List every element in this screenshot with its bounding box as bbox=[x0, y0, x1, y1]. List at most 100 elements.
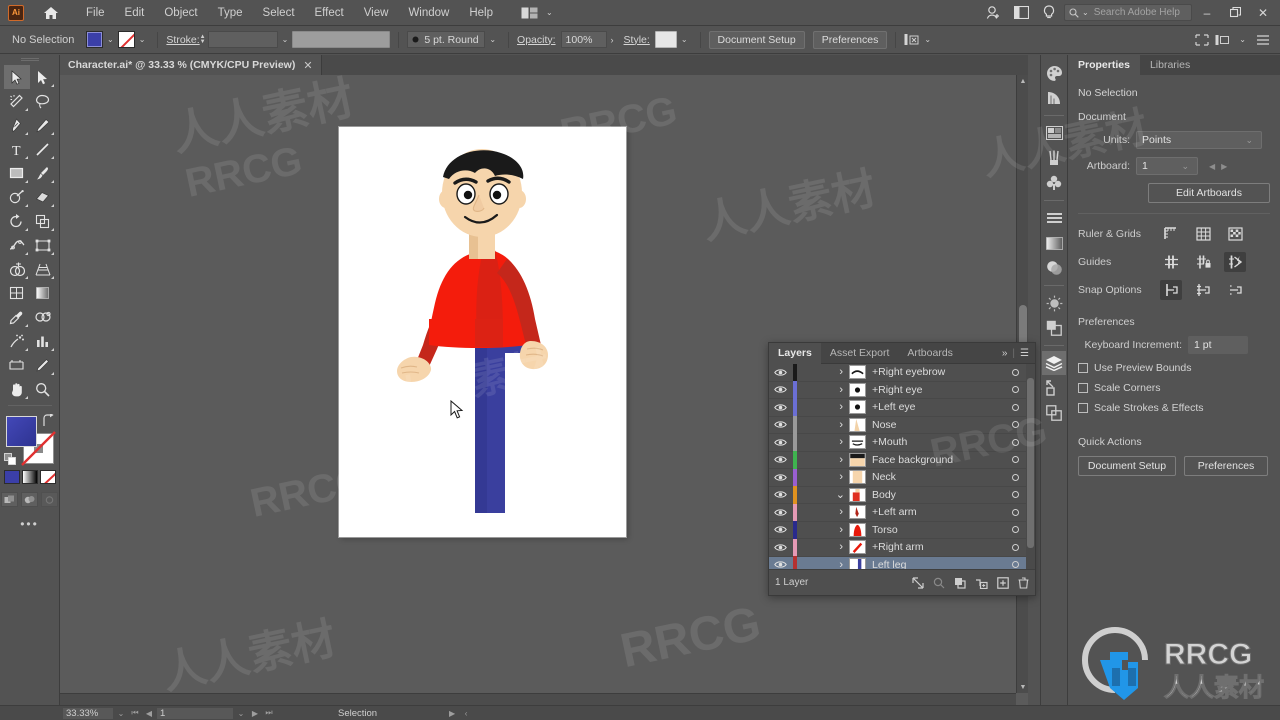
paintbrush-tool[interactable] bbox=[30, 161, 56, 185]
eyedropper-tool[interactable] bbox=[4, 305, 30, 329]
direct-selection-tool[interactable] bbox=[30, 65, 56, 89]
next-artboard-button[interactable]: ▶ bbox=[248, 709, 262, 718]
lasso-tool[interactable] bbox=[30, 89, 56, 113]
restore-button[interactable] bbox=[1222, 0, 1248, 26]
show-rulers-icon[interactable] bbox=[1160, 224, 1182, 244]
layer-name[interactable]: Torso bbox=[872, 524, 995, 536]
draw-inside-icon[interactable] bbox=[41, 492, 58, 507]
hamburger-icon[interactable] bbox=[1256, 34, 1270, 46]
scale-tool[interactable] bbox=[30, 209, 56, 233]
layer-visibility-icon[interactable] bbox=[769, 560, 791, 569]
layer-visibility-icon[interactable] bbox=[769, 403, 791, 412]
layer-row[interactable]: › +Left eye bbox=[769, 398, 1035, 417]
tab-properties[interactable]: Properties bbox=[1068, 55, 1140, 75]
layer-name[interactable]: +Right eye bbox=[872, 384, 995, 396]
layer-row[interactable]: › Neck bbox=[769, 468, 1035, 487]
menu-edit[interactable]: Edit bbox=[115, 0, 155, 26]
align-to-selection-icon[interactable] bbox=[904, 33, 920, 47]
previous-artboard-button[interactable]: ◀ bbox=[142, 709, 156, 718]
lock-guides-icon[interactable] bbox=[1192, 252, 1214, 272]
tab-artboards[interactable]: Artboards bbox=[898, 343, 962, 364]
layer-name[interactable]: +Left arm bbox=[872, 506, 995, 518]
status-play-icon[interactable]: ▶ bbox=[445, 709, 459, 718]
free-transform-tool[interactable] bbox=[30, 233, 56, 257]
layer-name[interactable]: Nose bbox=[872, 419, 995, 431]
layers-list[interactable]: › +Right eyebrow › +Right eye › +Left eye › Nos… bbox=[769, 364, 1035, 569]
layer-disclosure-arrow[interactable]: › bbox=[797, 506, 849, 518]
asset-export-icon[interactable] bbox=[1042, 376, 1066, 400]
search-help-box[interactable]: ⌄ Search Adobe Help bbox=[1064, 4, 1192, 21]
layer-name[interactable]: Face background bbox=[872, 454, 995, 466]
zoom-caret-icon[interactable]: ⌄ bbox=[114, 709, 128, 718]
layers-panel[interactable]: Layers Asset Export Artboards » | ☰ › +Ri… bbox=[768, 342, 1036, 596]
workspace-switcher-icon[interactable] bbox=[1008, 0, 1034, 26]
shaper-tool[interactable] bbox=[4, 185, 30, 209]
cartoon-boy-artwork[interactable] bbox=[391, 149, 581, 519]
layer-visibility-icon[interactable] bbox=[769, 438, 791, 447]
style-caret-icon[interactable]: ⌄ bbox=[677, 35, 692, 44]
zoom-level-field[interactable]: 33.33% bbox=[62, 706, 114, 720]
locate-object-icon[interactable] bbox=[912, 576, 924, 589]
show-guides-icon[interactable] bbox=[1160, 252, 1182, 272]
transparency-icon[interactable] bbox=[1042, 256, 1066, 280]
layer-disclosure-arrow[interactable]: › bbox=[797, 419, 849, 431]
menu-select[interactable]: Select bbox=[253, 0, 305, 26]
scroll-down-arrow-icon[interactable]: ▼ bbox=[1017, 681, 1028, 693]
layer-row[interactable]: › +Mouth bbox=[769, 433, 1035, 452]
layer-row[interactable]: › +Right eye bbox=[769, 381, 1035, 399]
fill-color-swatch[interactable] bbox=[86, 31, 103, 48]
document-setup-button[interactable]: Document Setup bbox=[708, 30, 805, 49]
layer-row[interactable]: › Torso bbox=[769, 521, 1035, 539]
tab-layers[interactable]: Layers bbox=[769, 342, 821, 364]
artboards-icon[interactable] bbox=[1042, 401, 1066, 425]
layer-disclosure-arrow[interactable]: › bbox=[797, 366, 849, 378]
document-tab[interactable]: Character.ai* @ 33.33 % (CMYK/CPU Previe… bbox=[60, 55, 322, 75]
layer-name[interactable]: +Mouth bbox=[872, 436, 995, 448]
menu-window[interactable]: Window bbox=[398, 0, 459, 26]
layer-row[interactable]: › Face background bbox=[769, 451, 1035, 469]
snap-to-grid-icon[interactable] bbox=[1192, 280, 1214, 300]
artboard-next-button[interactable]: ▶ bbox=[1218, 162, 1230, 171]
discover-icon[interactable] bbox=[1036, 0, 1062, 26]
blend-tool[interactable] bbox=[30, 305, 56, 329]
arrange-documents-button[interactable]: ⌄ bbox=[521, 7, 557, 19]
rectangle-tool[interactable] bbox=[4, 161, 30, 185]
layer-row[interactable]: ⌄ Body bbox=[769, 486, 1035, 504]
toolbar-edit-more-button[interactable]: ••• bbox=[20, 517, 39, 531]
rotate-tool[interactable] bbox=[4, 209, 30, 233]
quick-preferences-button[interactable]: Preferences bbox=[1184, 456, 1268, 476]
delete-selection-icon[interactable] bbox=[1018, 576, 1029, 589]
brush-caret-icon[interactable]: ⌄ bbox=[485, 35, 500, 44]
stroke-weight-field[interactable] bbox=[207, 31, 278, 48]
search-caret-icon[interactable]: ⌄ bbox=[1082, 8, 1091, 17]
make-clipping-mask-icon[interactable] bbox=[954, 577, 966, 589]
symbols-icon[interactable] bbox=[1042, 171, 1066, 195]
menu-object[interactable]: Object bbox=[154, 0, 207, 26]
stroke-weight-stepper[interactable]: ▲ ▼ bbox=[200, 34, 206, 45]
style-label[interactable]: Style: bbox=[624, 34, 650, 46]
layer-name[interactable]: +Left eye bbox=[872, 401, 995, 413]
color-guide-icon[interactable] bbox=[1042, 86, 1066, 110]
column-graph-tool[interactable] bbox=[30, 329, 56, 353]
show-grid-icon[interactable] bbox=[1192, 224, 1214, 244]
artboard-prev-button[interactable]: ◀ bbox=[1206, 162, 1218, 171]
layer-disclosure-arrow[interactable]: › bbox=[797, 471, 849, 483]
curvature-tool[interactable] bbox=[30, 113, 56, 137]
menu-effect[interactable]: Effect bbox=[305, 0, 354, 26]
type-tool[interactable]: T bbox=[4, 137, 30, 161]
keyboard-increment-field[interactable]: 1 pt bbox=[1188, 336, 1248, 354]
draw-normal-icon[interactable] bbox=[1, 492, 18, 507]
home-icon[interactable] bbox=[40, 2, 62, 24]
properties-panel[interactable]: Properties Libraries No Selection Docume… bbox=[1068, 55, 1280, 705]
create-new-layer-icon[interactable] bbox=[997, 576, 1009, 589]
artboard-number-field[interactable]: 1 bbox=[156, 706, 234, 720]
units-select[interactable]: Points ⌄ bbox=[1136, 131, 1262, 149]
brush-definition-field[interactable]: 5 pt. Round bbox=[407, 31, 486, 48]
menu-help[interactable]: Help bbox=[459, 0, 503, 26]
stroke-color-swatch[interactable] bbox=[117, 31, 135, 48]
graphic-style-swatch[interactable] bbox=[654, 31, 677, 48]
layers-icon[interactable] bbox=[1042, 351, 1066, 375]
layer-name[interactable]: +Right eyebrow bbox=[872, 366, 995, 378]
scale-strokes-effects-checkbox[interactable]: Scale Strokes & Effects bbox=[1078, 402, 1270, 414]
layer-row[interactable]: › Left leg bbox=[769, 556, 1035, 569]
